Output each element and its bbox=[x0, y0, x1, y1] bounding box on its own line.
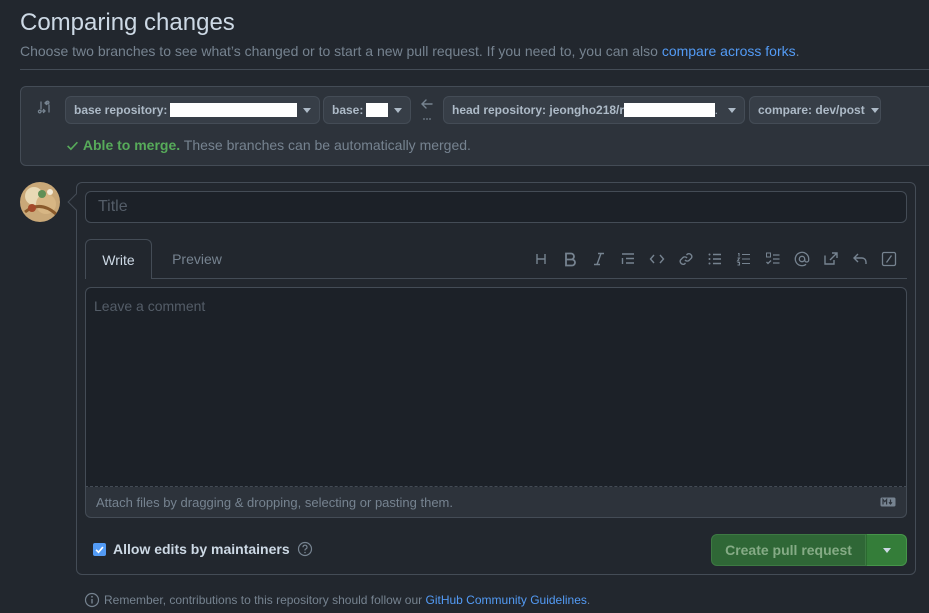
base-repository-select[interactable]: base repository: bbox=[65, 96, 320, 124]
italic-icon[interactable] bbox=[584, 250, 613, 268]
caret-down-icon bbox=[728, 107, 736, 113]
footer-note-end: . bbox=[586, 593, 591, 607]
compare-branch-select[interactable]: compare: dev/post bbox=[749, 96, 881, 124]
cross-reference-icon[interactable] bbox=[816, 250, 845, 268]
comment-textarea[interactable] bbox=[85, 287, 907, 487]
code-icon[interactable] bbox=[642, 250, 671, 268]
head-repository-label: head repository: bbox=[452, 103, 547, 117]
head-repository-select[interactable]: head repository: jeongho218/r . bbox=[443, 96, 745, 124]
markdown-toolbar bbox=[526, 250, 903, 268]
avatar-image bbox=[20, 182, 60, 222]
community-guidelines-link[interactable]: GitHub Community Guidelines bbox=[426, 593, 587, 607]
file-attachment-bar[interactable]: Attach files by dragging & dropping, sel… bbox=[85, 487, 907, 518]
allow-edits-row: Allow edits by maintainers bbox=[93, 541, 313, 557]
caret-down-icon bbox=[303, 107, 311, 113]
head-repository-suffix: . bbox=[714, 103, 718, 117]
markdown-icon[interactable] bbox=[880, 497, 896, 507]
head-repository-value: jeongho218/r bbox=[549, 103, 625, 117]
attach-files-text: Attach files by dragging & dropping, sel… bbox=[96, 494, 453, 510]
merge-status: Able to merge. These branches can be aut… bbox=[66, 137, 471, 153]
caret-down-icon bbox=[882, 547, 891, 553]
numbered-list-icon[interactable] bbox=[729, 250, 758, 268]
caret-down-icon bbox=[870, 107, 879, 113]
git-compare-icon bbox=[37, 100, 50, 114]
title-input[interactable] bbox=[85, 191, 907, 223]
merge-ok-label: Able to merge. bbox=[82, 137, 181, 153]
bold-icon[interactable] bbox=[555, 250, 584, 268]
slash-commands-icon[interactable] bbox=[874, 250, 903, 268]
tab-preview[interactable]: Preview bbox=[160, 239, 234, 279]
bulleted-list-icon[interactable] bbox=[700, 250, 729, 268]
base-branch-select[interactable]: base: bbox=[323, 96, 411, 124]
link-icon[interactable] bbox=[671, 250, 700, 268]
check-icon bbox=[95, 546, 104, 553]
page-title: Comparing changes bbox=[20, 9, 235, 36]
mention-icon[interactable] bbox=[787, 250, 816, 268]
compare-branch-value: dev/post bbox=[815, 103, 865, 117]
heading-icon[interactable] bbox=[526, 250, 555, 268]
redacted-base-branch bbox=[366, 103, 388, 117]
redacted-base-repo bbox=[170, 103, 297, 117]
create-pull-request-button[interactable]: Create pull request bbox=[711, 534, 866, 566]
page-subhead: Choose two branches to see what’s change… bbox=[20, 43, 800, 59]
header-divider bbox=[20, 69, 929, 70]
base-repository-label: base repository: bbox=[74, 103, 168, 117]
avatar[interactable] bbox=[20, 182, 60, 222]
caret-down-icon bbox=[394, 107, 402, 113]
task-list-icon[interactable] bbox=[758, 250, 787, 268]
info-icon bbox=[84, 592, 100, 608]
subhead-text: Choose two branches to see what’s change… bbox=[20, 43, 662, 59]
range-editor: base repository: base: head repository: … bbox=[20, 86, 929, 166]
footer-note-text: Remember, contributions to this reposito… bbox=[104, 593, 426, 607]
tab-write[interactable]: Write bbox=[85, 239, 152, 279]
create-options-dropdown[interactable] bbox=[866, 534, 907, 566]
contribution-note: Remember, contributions to this reposito… bbox=[84, 592, 590, 608]
compare-branch-label: compare: bbox=[758, 103, 813, 117]
quote-icon[interactable] bbox=[613, 250, 642, 268]
saved-replies-icon[interactable] bbox=[845, 250, 874, 268]
check-icon bbox=[67, 141, 78, 151]
subhead-end: . bbox=[795, 43, 800, 59]
question-icon[interactable] bbox=[297, 541, 313, 557]
compare-across-forks-link[interactable]: compare across forks bbox=[662, 43, 796, 59]
arrow-left-icon bbox=[421, 99, 433, 120]
allow-edits-label[interactable]: Allow edits by maintainers bbox=[113, 541, 290, 557]
merge-status-text: These branches can be automatically merg… bbox=[180, 137, 471, 153]
allow-edits-checkbox[interactable] bbox=[93, 542, 106, 556]
base-branch-label: base: bbox=[332, 103, 364, 117]
redacted-head-repo bbox=[624, 103, 715, 117]
